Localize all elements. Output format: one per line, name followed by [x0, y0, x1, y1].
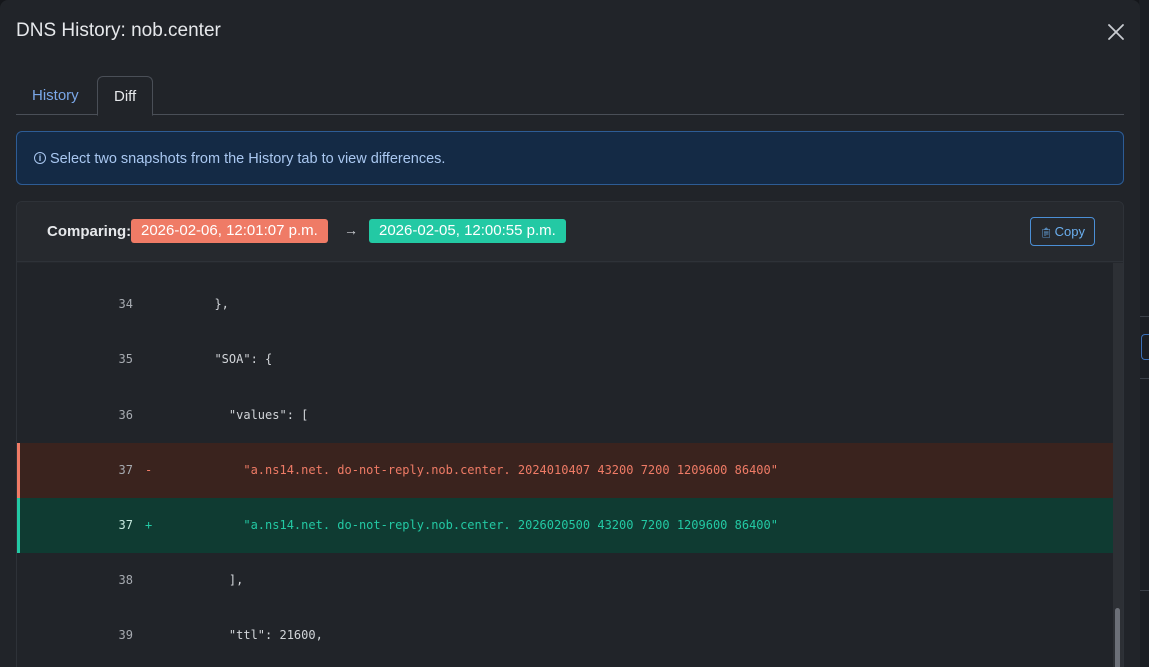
modal-title: DNS History: nob.center — [16, 20, 221, 41]
line-text: "ttl": 21600, — [200, 628, 323, 642]
modal-header: DNS History: nob.center — [0, 0, 1140, 60]
tab-bar: History Diff — [16, 76, 1124, 116]
scrollbar[interactable] — [1113, 263, 1123, 667]
scrollbar-thumb[interactable] — [1115, 608, 1120, 667]
background-control — [1141, 334, 1149, 360]
diff-line-added: 37 + "a.ns14.net. do-not-reply.nob.center… — [17, 498, 1113, 553]
line-text: }, — [200, 297, 229, 311]
line-number: 37 — [118, 463, 133, 477]
comparing-label: Comparing: — [47, 223, 132, 240]
diff-line: 38 ], — [17, 553, 1113, 608]
diff-line: 39 "ttl": 21600, — [17, 608, 1113, 663]
line-text: "a.ns14.net. do-not-reply.nob.center. 20… — [200, 463, 778, 477]
diff-line: 35 "SOA": { — [17, 332, 1113, 387]
info-icon: i — [34, 152, 46, 165]
background-divider — [1139, 590, 1149, 591]
background-divider — [1139, 378, 1149, 379]
line-number: 35 — [118, 352, 133, 366]
background-page — [1139, 0, 1149, 667]
background-divider — [1139, 316, 1149, 317]
to-snapshot-badge: 2026-02-05, 12:00:55 p.m. — [369, 219, 566, 243]
info-alert: i Select two snapshots from the History t… — [16, 131, 1124, 185]
tab-history[interactable]: History — [16, 76, 95, 115]
copy-label: Copy — [1054, 224, 1086, 239]
dns-history-modal: DNS History: nob.center History Diff i Se… — [0, 0, 1140, 667]
close-button[interactable] — [1104, 20, 1128, 44]
line-text: "values": [ — [200, 408, 309, 422]
tab-diff[interactable]: Diff — [97, 76, 154, 116]
line-text: "SOA": { — [200, 352, 273, 366]
line-number: 39 — [118, 628, 133, 642]
line-number: 34 — [118, 297, 133, 311]
diff-code-view[interactable]: 34 }, 35 "SOA": {36 "values": [37- "a.ns1… — [17, 263, 1113, 667]
line-number: 36 — [118, 408, 133, 422]
arrow-right-icon: → — [344, 222, 358, 238]
line-text: ], — [200, 573, 244, 587]
copy-button[interactable]: 📋︎ Copy — [1030, 217, 1095, 246]
diff-card: Comparing: 2026-02-06, 12:01:07 p.m. → 2… — [16, 201, 1124, 667]
diff-line: 34 }, — [17, 277, 1113, 332]
close-icon — [1108, 24, 1124, 40]
line-text: "a.ns14.net. do-not-reply.nob.center. 20… — [200, 518, 778, 532]
line-number: 37 — [118, 518, 133, 532]
alert-text: Select two snapshots from the History ta… — [50, 151, 446, 167]
clipboard-icon: 📋︎ — [1039, 228, 1053, 239]
diff-line-removed: 37- "a.ns14.net. do-not-reply.nob.center… — [17, 443, 1113, 498]
diff-line: 36 "values": [ — [17, 388, 1113, 443]
diff-header: Comparing: 2026-02-06, 12:01:07 p.m. → 2… — [17, 202, 1123, 262]
line-number: 38 — [118, 573, 133, 587]
from-snapshot-badge: 2026-02-06, 12:01:07 p.m. — [131, 219, 328, 243]
diff-sign: - — [145, 463, 153, 477]
diff-sign: + — [145, 518, 153, 532]
